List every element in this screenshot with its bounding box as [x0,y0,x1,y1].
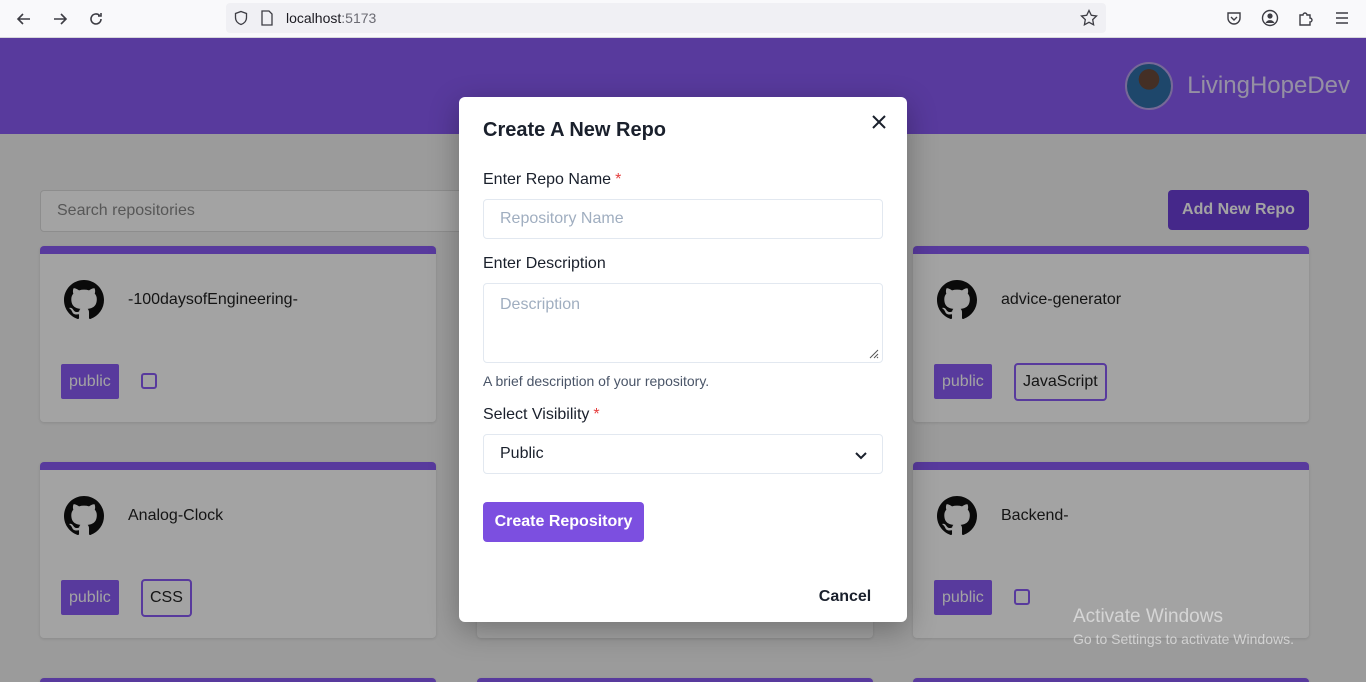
page-icon [256,7,278,29]
cancel-button[interactable]: Cancel [805,577,885,617]
visibility-select[interactable]: Public [483,434,883,474]
description-helper-text: A brief description of your repository. [483,373,710,389]
extensions-icon[interactable] [1295,7,1317,29]
pocket-icon[interactable] [1223,7,1245,29]
create-repo-modal: Create A New Repo Enter Repo Name * Repos… [459,97,907,622]
description-textarea[interactable]: Description [483,283,883,363]
browser-toolbar: localhost:5173 [0,0,1366,38]
watermark-subtitle: Go to Settings to activate Windows. [1073,631,1294,647]
url-text: localhost:5173 [286,10,377,26]
bookmark-star-icon[interactable] [1078,7,1100,29]
forward-icon[interactable] [48,7,72,31]
shield-icon[interactable] [230,7,252,29]
watermark-title: Activate Windows [1073,606,1223,627]
close-icon[interactable] [867,110,891,134]
back-icon[interactable] [12,7,36,31]
description-label: Enter Description [483,255,606,272]
visibility-label: Select Visibility * [483,406,600,423]
account-icon[interactable] [1259,7,1281,29]
url-bar[interactable]: localhost:5173 [226,3,1106,33]
reload-icon[interactable] [84,7,108,31]
windows-activation-watermark: Activate Windows Go to Settings to activ… [1073,606,1294,647]
modal-title: Create A New Repo [483,119,667,141]
repo-name-label: Enter Repo Name * [483,171,622,188]
menu-icon[interactable] [1331,7,1353,29]
resize-handle-icon[interactable] [867,347,879,359]
create-repository-button[interactable]: Create Repository [483,502,644,542]
repo-name-input[interactable]: Repository Name [483,199,883,239]
chevron-down-icon [855,452,867,460]
